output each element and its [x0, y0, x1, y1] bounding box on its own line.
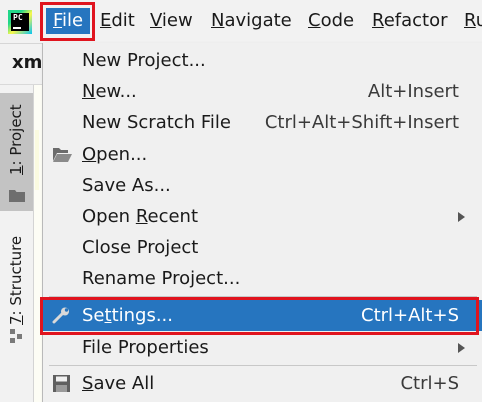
- folder-open-icon: [53, 148, 72, 162]
- shortcut-new: Alt+Insert: [367, 81, 459, 102]
- menu-item-new[interactable]: New... Alt+Insert: [43, 76, 482, 107]
- highlight-settings-item: [40, 297, 479, 335]
- tool-window-structure-label: 7: Structure: [7, 235, 25, 325]
- menu-refactor[interactable]: Refactor: [365, 8, 455, 34]
- menu-item-save-as[interactable]: Save As...: [43, 170, 482, 201]
- structure-icon: [10, 329, 22, 343]
- menu-view[interactable]: View: [143, 8, 200, 34]
- menu-separator: [49, 365, 477, 366]
- file-menu-dropdown: New Project... New... Alt+Insert New Scr…: [42, 43, 482, 402]
- floppy-disk-icon: [53, 375, 70, 392]
- shortcut-save-all: Ctrl+S: [400, 373, 459, 394]
- editor-gutter-highlight: [35, 130, 39, 190]
- menu-item-close-project[interactable]: Close Project: [43, 232, 482, 263]
- tool-window-project-label: 1: Project: [7, 104, 25, 175]
- tool-window-strip: 1: Project 7: Structure: [0, 85, 34, 402]
- menu-run[interactable]: Ru: [457, 8, 482, 34]
- tool-window-project[interactable]: 1: Project: [0, 93, 33, 211]
- chevron-right-icon: [458, 212, 465, 222]
- menu-item-rename-project[interactable]: Rename Project...: [43, 263, 482, 294]
- folder-icon: [9, 190, 25, 202]
- menu-item-open[interactable]: Open...: [43, 139, 482, 170]
- menu-item-save-all[interactable]: Save All Ctrl+S: [43, 368, 482, 399]
- editor-tab-label[interactable]: xm: [12, 52, 42, 73]
- menu-item-new-scratch-file[interactable]: New Scratch File Ctrl+Alt+Shift+Insert: [43, 107, 482, 138]
- menu-navigate[interactable]: Navigate: [204, 8, 299, 34]
- menu-edit[interactable]: Edit: [93, 8, 142, 34]
- chevron-right-icon: [458, 343, 465, 353]
- tool-window-structure[interactable]: 7: Structure: [0, 225, 33, 355]
- menu-item-open-recent[interactable]: Open Recent: [43, 201, 482, 232]
- menu-item-file-properties[interactable]: File Properties: [43, 332, 482, 363]
- shortcut-new-scratch-file: Ctrl+Alt+Shift+Insert: [264, 112, 459, 133]
- pycharm-logo-icon: PC: [8, 10, 32, 34]
- highlight-file-menu: [40, 2, 95, 41]
- menu-code[interactable]: Code: [301, 8, 361, 34]
- menu-item-new-project[interactable]: New Project...: [43, 45, 482, 76]
